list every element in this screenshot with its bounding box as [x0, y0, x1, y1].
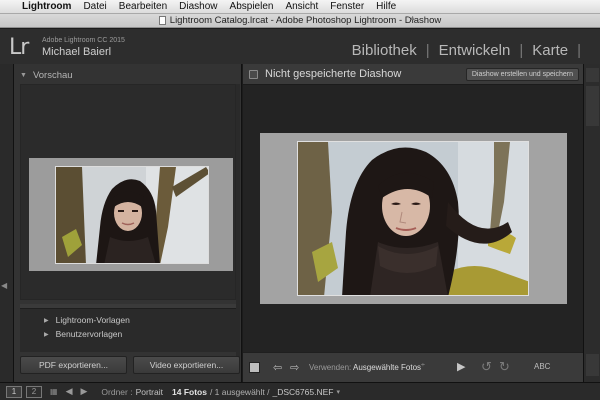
menu-abspielen[interactable]: Abspielen — [230, 1, 274, 12]
select-caret-icon[interactable]: ÷ — [421, 362, 425, 369]
product-name: Adobe Lightroom CC 2015 — [42, 37, 125, 44]
collapse-panel-icon[interactable]: ▲ — [409, 15, 416, 22]
lightroom-window: Lightroom Datei Bearbeiten Diashow Abspi… — [0, 0, 600, 400]
module-entwickeln[interactable]: Entwickeln — [439, 42, 511, 59]
module-separator: | — [519, 42, 524, 59]
export-button-row: PDF exportieren... Video exportieren... — [20, 356, 240, 376]
secondary-monitor-button[interactable]: 2 — [26, 385, 42, 398]
primary-monitor-button[interactable]: 1 — [6, 385, 22, 398]
preview-slide — [29, 158, 233, 271]
arrow-left-icon[interactable]: ⇦ — [273, 361, 282, 374]
lightroom-logo: Lr — [9, 35, 29, 60]
expand-arrow-icon[interactable]: ▶ — [44, 317, 49, 324]
user-name: Michael Baierl — [42, 46, 112, 58]
slideshow-checkbox[interactable] — [249, 70, 258, 79]
filename-dropdown-icon[interactable]: ▾ — [336, 388, 340, 396]
pdf-export-button[interactable]: PDF exportieren... — [20, 356, 127, 374]
menu-hilfe[interactable]: Hilfe — [376, 1, 396, 12]
slideshow-toolbar: ⇦ ⇨ Verwenden: Ausgewählte Fotos ÷ ▶ ↺ ↻… — [243, 352, 583, 382]
template-folder-label: Benutzervorlagen — [55, 329, 123, 339]
use-label: Verwenden: — [309, 363, 352, 372]
menu-app-name[interactable]: Lightroom — [22, 1, 71, 12]
preview-photo — [55, 166, 209, 264]
menu-datei[interactable]: Datei — [83, 1, 106, 12]
menu-bar: Lightroom Datei Bearbeiten Diashow Abspi… — [0, 0, 600, 14]
window-title-bar: Lightroom Catalog.lrcat - Adobe Photosho… — [0, 14, 600, 28]
right-panel-section[interactable] — [586, 354, 599, 376]
source-value[interactable]: Portrait — [136, 387, 163, 397]
portrait-thumbnail-image — [56, 167, 208, 263]
slide-editor-stage — [243, 85, 583, 352]
menu-ansicht[interactable]: Ansicht — [285, 1, 318, 12]
left-panel-scrollbar[interactable] — [236, 84, 240, 364]
slideshow-header: Nicht gespeicherte Diashow Diashow erste… — [243, 64, 583, 85]
template-folder-label: Lightroom-Vorlagen — [55, 315, 130, 325]
play-icon[interactable]: ▶ — [457, 360, 465, 373]
filmstrip-bar: 1 2 ▦ ◀ ▶ Ordner : Portrait 14 Fotos / 1… — [0, 382, 600, 400]
create-slideshow-button[interactable]: Diashow erstellen und speichern — [465, 68, 579, 81]
grid-view-icon[interactable]: ▦ — [50, 387, 58, 396]
right-panel-section[interactable] — [586, 86, 599, 126]
menu-bearbeiten[interactable]: Bearbeiten — [119, 1, 167, 12]
portrait-slide-image — [298, 142, 528, 295]
expand-arrow-icon[interactable]: ▶ — [44, 331, 49, 338]
module-picker: Bibliothek | Entwickeln | Karte | — [352, 42, 590, 59]
preview-panel-header[interactable]: ▼ Vorschau — [20, 68, 240, 82]
template-folder-user[interactable]: ▶ Benutzervorlagen — [44, 329, 122, 339]
template-folder-lightroom[interactable]: ▶ Lightroom-Vorlagen — [44, 315, 130, 325]
add-text-button[interactable]: ABC — [534, 362, 550, 371]
photo-count: 14 Fotos — [172, 386, 207, 397]
module-bibliothek[interactable]: Bibliothek — [352, 42, 417, 59]
template-browser: ▶ Lightroom-Vorlagen ▶ Benutzervorlagen — [20, 308, 236, 352]
left-panel-edge[interactable]: ◀ — [0, 64, 14, 382]
preview-panel-title: Vorschau — [32, 69, 73, 81]
rotate-left-icon[interactable]: ↺ — [481, 359, 492, 375]
current-slide[interactable] — [260, 133, 567, 304]
stop-icon[interactable] — [249, 362, 260, 373]
slideshow-title: Nicht gespeicherte Diashow — [265, 68, 402, 80]
use-select[interactable]: Ausgewählte Fotos — [353, 363, 421, 372]
module-separator: | — [577, 42, 581, 59]
selected-filename[interactable]: _DSC6765.NEF — [273, 387, 334, 397]
rotate-right-icon[interactable]: ↻ — [499, 359, 510, 375]
document-icon — [158, 16, 166, 25]
left-panel: ▼ Vorschau ▶ Lightroom-Vorlagen ▶ Benutz… — [14, 64, 242, 382]
menu-diashow[interactable]: Diashow — [179, 1, 217, 12]
slide-photo[interactable] — [297, 141, 529, 296]
preview-area — [20, 84, 236, 300]
arrow-left-icon[interactable]: ◀ — [66, 386, 73, 397]
source-label: Ordner : — [101, 386, 133, 397]
expand-left-panel-icon[interactable]: ◀ — [1, 281, 7, 290]
window-title: Lightroom Catalog.lrcat - Adobe Photosho… — [169, 15, 442, 26]
module-karte[interactable]: Karte — [532, 42, 568, 59]
module-separator: | — [425, 42, 430, 59]
video-export-button[interactable]: Video exportieren... — [133, 356, 240, 374]
identity-plate: Lr Adobe Lightroom CC 2015 Michael Baier… — [0, 29, 600, 64]
selection-count: / 1 ausgewählt / — [209, 386, 270, 397]
collapse-triangle-icon[interactable]: ▼ — [20, 72, 27, 79]
arrow-right-icon[interactable]: ▶ — [80, 386, 87, 397]
menu-fenster[interactable]: Fenster — [330, 1, 364, 12]
right-panel — [583, 64, 600, 382]
right-panel-section[interactable] — [586, 68, 599, 82]
arrow-right-icon[interactable]: ⇨ — [290, 361, 299, 374]
